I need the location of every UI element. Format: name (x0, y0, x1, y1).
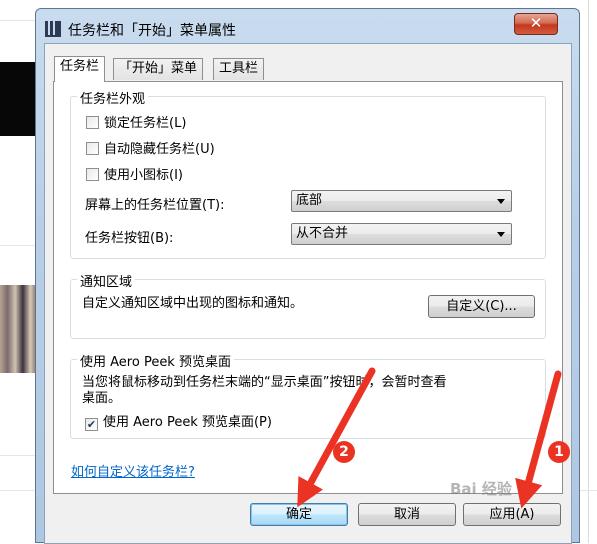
help-link[interactable]: 如何自定义该任务栏? (71, 461, 195, 480)
background-photo-thumbnails (0, 285, 38, 373)
group-taskbar-appearance: 任务栏外观 锁定任务栏(L) 自动隐藏任务栏(U) 使用小图标(I) 屏幕上的任… (70, 88, 546, 259)
tab-taskbar[interactable]: 任务栏 (54, 56, 106, 82)
annotation-badge-2: 2 (333, 441, 355, 463)
aero-peek-description-line1: 当您将鼠标移动到任务栏末端的“显示桌面”按钮时，会暂时查看 (82, 375, 447, 390)
watermark: Bai 经验 (450, 480, 512, 498)
annotation-badge-1: 1 (548, 441, 570, 463)
taskbar-buttons-label: 任务栏按钮(B): (85, 231, 174, 246)
auto-hide-taskbar-checkbox[interactable]: 自动隐藏任务栏(U) (86, 138, 215, 157)
checkbox-label: 自动隐藏任务栏(U) (104, 142, 215, 157)
select-value: 底部 (296, 193, 323, 208)
ok-button[interactable]: 确定 (250, 503, 348, 526)
checkbox-label: 使用小图标(I) (104, 168, 183, 183)
aero-peek-description-line2: 桌面。 (82, 391, 122, 406)
taskbar-location-label: 屏幕上的任务栏位置(T): (85, 198, 225, 213)
small-icons-checkbox[interactable]: 使用小图标(I) (86, 164, 183, 183)
taskbar-location-select[interactable]: 底部 (291, 190, 512, 212)
close-icon: ✕ (529, 14, 543, 32)
background-divider (0, 20, 35, 21)
cancel-button[interactable]: 取消 (358, 503, 456, 526)
background-image-dark (0, 62, 38, 136)
group-title: 使用 Aero Peek 预览桌面 (77, 351, 234, 370)
close-button[interactable]: ✕ (514, 13, 558, 35)
taskbar-buttons-select[interactable]: 从不合并 (291, 223, 512, 245)
checkbox-box[interactable]: ✔ (85, 418, 98, 431)
group-title: 通知区域 (77, 271, 136, 290)
checkbox-label: 锁定任务栏(L) (104, 116, 187, 131)
background-divider (0, 455, 35, 456)
background-divider (0, 490, 35, 491)
notification-description: 自定义通知区域中出现的图标和通知。 (82, 296, 304, 311)
group-notification-area: 通知区域 自定义通知区域中出现的图标和通知。 自定义(C)... (70, 271, 546, 339)
tab-toolbars[interactable]: 工具栏 (213, 58, 265, 80)
taskbar-app-icon (45, 21, 61, 37)
chevron-down-icon (497, 232, 505, 237)
group-aero-peek: 使用 Aero Peek 预览桌面 当您将鼠标移动到任务栏末端的“显示桌面”按钮… (70, 351, 546, 439)
chevron-down-icon (497, 199, 505, 204)
checkbox-box[interactable] (86, 142, 99, 155)
lock-taskbar-checkbox[interactable]: 锁定任务栏(L) (86, 112, 187, 131)
taskbar-properties-dialog: 任务栏和「开始」菜单属性 ✕ 任务栏 「开始」菜单 工具栏 任务栏外观 锁定任务… (35, 8, 580, 544)
customize-button[interactable]: 自定义(C)... (428, 295, 535, 318)
background-divider (580, 490, 597, 491)
tab-start-menu[interactable]: 「开始」菜单 (113, 58, 204, 80)
window-title: 任务栏和「开始」菜单属性 (68, 23, 236, 39)
title-bar[interactable]: 任务栏和「开始」菜单属性 ✕ (36, 9, 579, 43)
checkbox-box[interactable] (86, 116, 99, 129)
checkmark-icon: ✔ (86, 418, 97, 431)
background-divider (0, 245, 35, 246)
aero-peek-checkbox[interactable]: ✔ 使用 Aero Peek 预览桌面(P) (85, 411, 272, 431)
tab-page-taskbar: 任务栏外观 锁定任务栏(L) 自动隐藏任务栏(U) 使用小图标(I) 屏幕上的任… (53, 81, 563, 494)
apply-button[interactable]: 应用(A) (463, 503, 561, 526)
group-title: 任务栏外观 (77, 88, 149, 107)
select-value: 从不合并 (296, 226, 349, 241)
checkbox-box[interactable] (86, 168, 99, 181)
background-border (588, 0, 589, 543)
dialog-client-area: 任务栏 「开始」菜单 工具栏 任务栏外观 锁定任务栏(L) 自动隐藏任务栏(U)… (44, 43, 572, 544)
checkbox-label: 使用 Aero Peek 预览桌面(P) (103, 415, 272, 430)
